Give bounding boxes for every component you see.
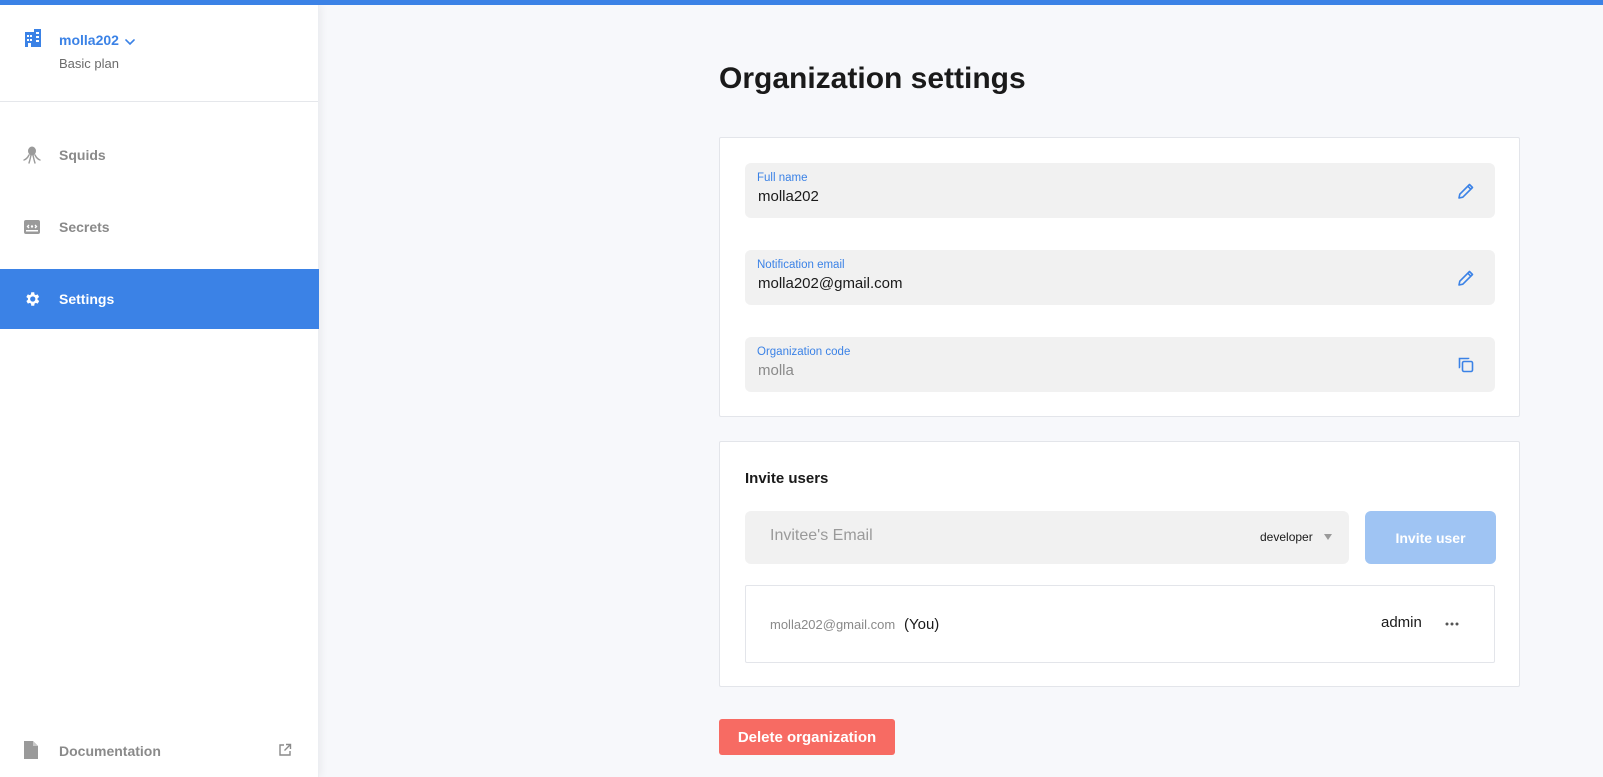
organization-code-field[interactable]: Organization code molla [745,337,1495,392]
member-email: molla202@gmail.com [770,617,896,632]
org-switcher[interactable]: molla202 Basic plan [0,5,318,102]
field-value: molla202 [758,188,819,205]
pencil-icon[interactable] [1455,267,1477,289]
delete-organization-button[interactable]: Delete organization [719,719,895,755]
member-role: admin [1381,614,1422,631]
invitee-email-placeholder: Invitee's Email [770,527,873,544]
sidebar: molla202 Basic plan Squids Secrets Setti… [0,5,319,777]
secrets-icon [22,217,42,237]
full-name-field[interactable]: Full name molla202 [745,163,1495,218]
invite-users-card: Invite users Invitee's Email developer I… [719,441,1520,687]
gear-icon [22,289,42,309]
pencil-icon[interactable] [1455,180,1477,202]
document-icon [23,740,41,760]
sidebar-item-label: Settings [59,291,115,307]
field-value: molla [758,362,794,379]
sidebar-item-squids[interactable]: Squids [0,125,319,185]
field-label: Organization code [757,346,851,358]
org-name[interactable]: molla202 [59,32,119,48]
sidebar-item-documentation[interactable]: Documentation [0,730,319,770]
field-value: molla202@gmail.com [758,275,903,292]
sidebar-item-label: Documentation [59,743,161,759]
organization-details-card: Full name molla202 Notification email mo… [719,137,1520,417]
squid-icon [22,145,42,165]
building-icon [23,28,43,48]
sidebar-item-secrets[interactable]: Secrets [0,197,319,257]
invitee-email-input[interactable]: Invitee's Email developer [745,511,1349,564]
invite-users-title: Invite users [745,470,829,487]
sidebar-item-label: Secrets [59,219,110,235]
chevron-down-icon[interactable] [124,35,136,47]
org-plan: Basic plan [59,56,119,71]
more-options-icon[interactable] [1440,614,1464,634]
external-link-icon [278,743,292,757]
sidebar-item-settings[interactable]: Settings [0,269,319,329]
member-you-label: (You) [904,616,940,633]
top-accent-bar [0,0,1603,5]
member-row: molla202@gmail.com (You) admin [745,585,1495,663]
invite-user-button[interactable]: Invite user [1365,511,1496,564]
copy-icon[interactable] [1455,354,1477,376]
field-label: Notification email [757,259,845,271]
role-select[interactable]: developer [1260,530,1313,544]
caret-down-icon[interactable] [1324,534,1332,540]
sidebar-item-label: Squids [59,147,106,163]
field-label: Full name [757,172,808,184]
page-title: Organization settings [719,62,1026,95]
notification-email-field[interactable]: Notification email molla202@gmail.com [745,250,1495,305]
